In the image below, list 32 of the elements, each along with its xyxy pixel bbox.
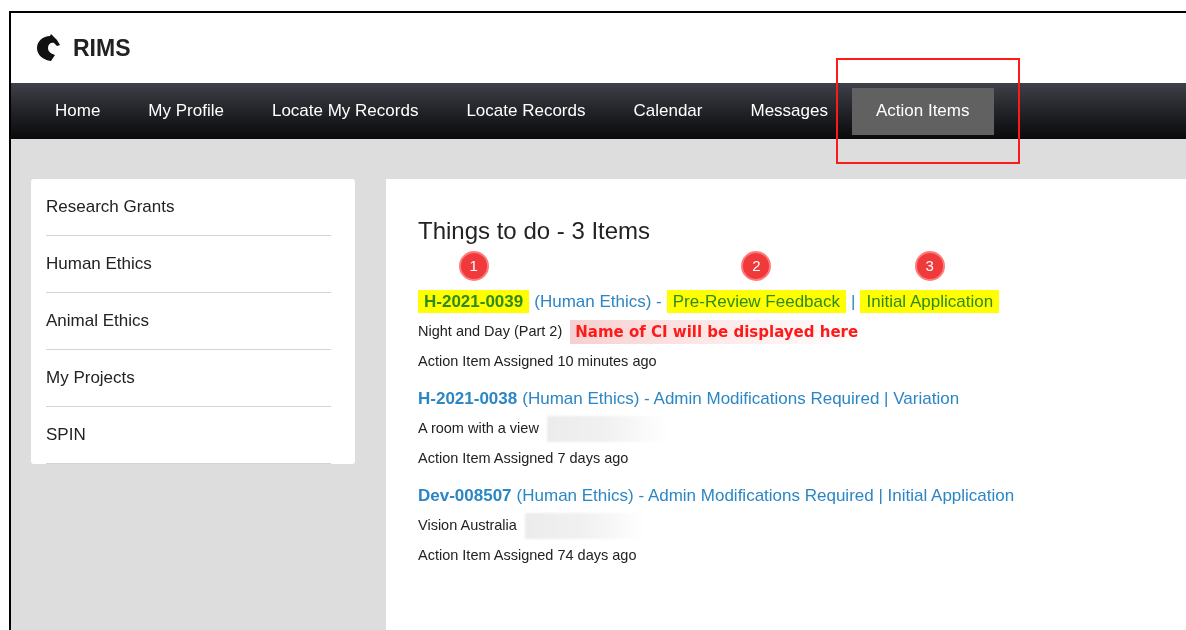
app-name: RIMS — [73, 33, 131, 63]
step-number-badge: 1 — [458, 251, 489, 281]
sidebar-item[interactable]: My Projects — [46, 365, 135, 391]
record-id-link[interactable]: Dev-008507 — [418, 485, 512, 505]
nav-tab[interactable]: Locate My Records — [247, 87, 443, 135]
record-status-link[interactable]: (Human Ethics) - Admin Modifications Required | Variation — [522, 388, 960, 408]
nav-tab[interactable]: Action Items — [851, 87, 994, 135]
record-id-link[interactable]: H-2021-0038 — [418, 388, 518, 408]
nav-tab[interactable]: My Profile — [124, 87, 248, 135]
project-title: Night and Day (Part 2) — [418, 322, 563, 342]
nav-tab[interactable]: Calendar — [609, 87, 727, 135]
nav-tab[interactable]: Home — [31, 87, 125, 135]
record-status-link[interactable]: Pre-Review Feedback — [666, 290, 847, 313]
panel-title: Things to do - 3 Items — [418, 216, 652, 246]
record-status-link[interactable]: | — [851, 292, 856, 311]
record-status-link[interactable]: Initial Application — [860, 290, 1000, 313]
sidebar-item[interactable]: SPIN — [46, 422, 86, 448]
assigned-time: Action Item Assigned 7 days ago — [418, 448, 630, 468]
record-status-link[interactable]: (Human Ethics) - — [534, 292, 662, 311]
sidebar-item[interactable]: Human Ethics — [46, 251, 152, 277]
step-number-badge: 3 — [914, 251, 945, 281]
record-status-link[interactable]: (Human Ethics) - Admin Modifications Required | Initial Application — [516, 485, 1015, 505]
step-number-badge: 2 — [741, 251, 772, 281]
assigned-time: Action Item Assigned 10 minutes ago — [418, 352, 658, 371]
record-id-link[interactable]: H-2021-0039 — [418, 290, 530, 313]
nav-tab[interactable]: Messages — [726, 87, 852, 135]
nav-tab[interactable]: Locate Records — [442, 87, 610, 135]
project-title: Vision Australia — [418, 515, 517, 535]
sidebar-item[interactable]: Research Grants — [46, 194, 175, 220]
project-title: A room with a view — [418, 418, 539, 438]
assigned-time: Action Item Assigned 74 days ago — [418, 545, 638, 565]
sidebar-item[interactable]: Animal Ethics — [46, 308, 149, 334]
